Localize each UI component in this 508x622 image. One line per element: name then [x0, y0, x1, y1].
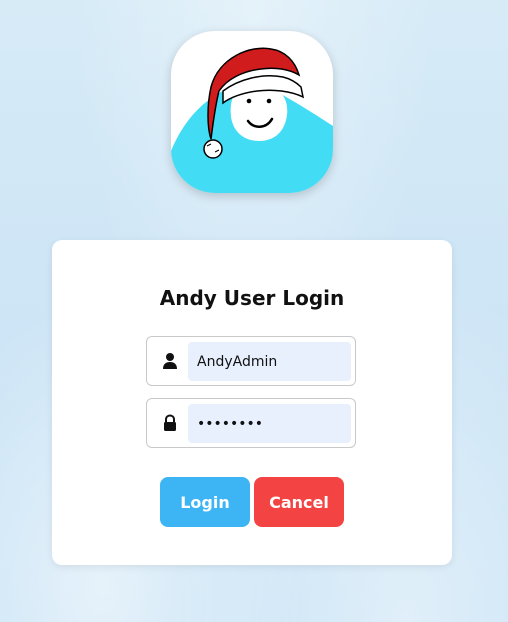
login-button[interactable]: Login: [160, 477, 250, 527]
user-icon: [161, 352, 179, 370]
username-field: [146, 336, 356, 386]
username-input[interactable]: [188, 342, 351, 381]
lock-icon: [161, 414, 179, 432]
login-title: Andy User Login: [159, 286, 345, 310]
yeti-santa-hat-logo-icon: [171, 47, 333, 193]
app-logo: [171, 31, 333, 193]
password-field: [146, 398, 356, 448]
login-card: Andy User Login Login Cancel: [52, 240, 452, 565]
cancel-button[interactable]: Cancel: [254, 477, 344, 527]
password-input[interactable]: [188, 404, 351, 443]
